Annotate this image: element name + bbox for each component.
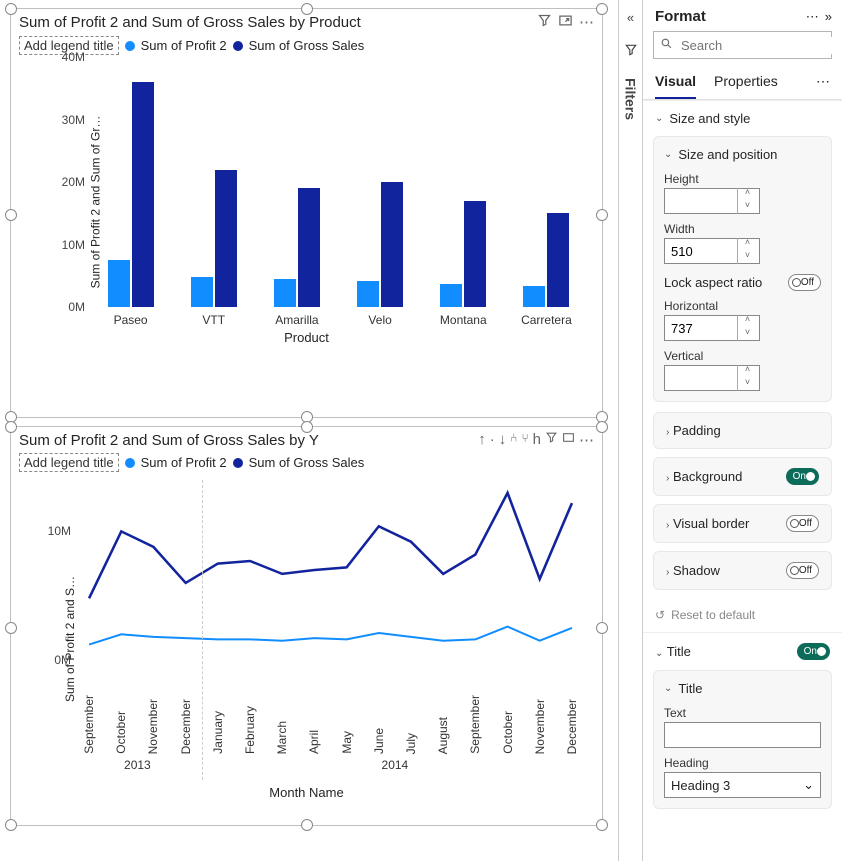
chevron-right-icon: ›	[666, 520, 669, 531]
format-title: Format	[655, 8, 800, 25]
bar-chart-title: Sum of Profit 2 and Sum of Gross Sales b…	[19, 14, 537, 31]
section-size-style[interactable]: ⌄ Size and style	[643, 100, 842, 136]
width-input[interactable]: ˄˅	[664, 238, 760, 264]
line-chart-visual[interactable]: Sum of Profit 2 and Sum of Gross Sales b…	[10, 426, 603, 826]
reset-to-default[interactable]: ↺Reset to default	[643, 598, 842, 632]
label-height: Height	[664, 172, 821, 186]
report-canvas[interactable]: Sum of Profit 2 and Sum of Gross Sales b…	[0, 0, 618, 861]
format-pane: Format ⋯ » Visual Properties ⋯ ⌄ Size an…	[642, 0, 842, 861]
step-down-icon[interactable]: ˅	[738, 201, 757, 214]
x-axis-label: Month Name	[11, 785, 602, 800]
label-vertical: Vertical	[664, 349, 821, 363]
bar-chart-plot: Sum of Profit 2 and Sum of Gr… 40M30M20M…	[11, 57, 602, 347]
search-icon	[660, 37, 673, 53]
step-down-icon[interactable]: ˅	[738, 378, 757, 391]
chevron-down-icon: ⌄	[655, 648, 663, 659]
legend-swatch-gross	[233, 41, 243, 51]
legend-label: Sum of Gross Sales	[249, 455, 365, 470]
visual-border-toggle[interactable]: Off	[786, 515, 819, 532]
filter-icon[interactable]	[624, 43, 638, 60]
label-lock-aspect: Lock aspect ratio	[664, 275, 762, 290]
filter-icon[interactable]	[545, 431, 558, 449]
expand-all-icon[interactable]: ⑂	[521, 431, 528, 449]
vertical-input[interactable]: ˄˅	[664, 365, 760, 391]
label-heading: Heading	[664, 756, 821, 770]
expand-next-icon[interactable]: ⑃	[510, 431, 517, 449]
line-chart-plot: Sum of Profit 2 and S… 10M0M SeptemberOc…	[11, 474, 602, 804]
height-input[interactable]: ˄˅	[664, 188, 760, 214]
expand-filters-icon[interactable]: «	[627, 10, 634, 25]
step-down-icon[interactable]: ˅	[738, 251, 757, 264]
more-options-icon[interactable]: ⋯	[806, 9, 819, 25]
more-options-icon[interactable]: ⋯	[816, 67, 830, 99]
drill-down-icon[interactable]: ↓	[499, 431, 507, 449]
collapse-pane-icon[interactable]: »	[825, 9, 832, 24]
card-title: ⌄ Title Text Heading Heading 3 ⌄	[653, 670, 832, 809]
section-shadow[interactable]: › Shadow Off	[653, 551, 832, 590]
format-search[interactable]	[653, 31, 832, 59]
section-padding[interactable]: › Padding	[653, 412, 832, 449]
legend-label: Sum of Profit 2	[141, 455, 227, 470]
step-down-icon[interactable]: ˅	[738, 328, 757, 341]
format-search-input[interactable]	[679, 37, 842, 54]
filters-pane-collapsed[interactable]: « Filters	[618, 0, 642, 861]
subsection-title[interactable]: ⌄ Title	[664, 681, 821, 696]
drill-toggle-icon[interactable]: ·	[490, 431, 495, 449]
line-chart-title: Sum of Profit 2 and Sum of Gross Sales b…	[19, 432, 478, 449]
chevron-down-icon: ⌄	[664, 683, 672, 694]
label-text: Text	[664, 706, 821, 720]
filters-label: Filters	[623, 78, 639, 120]
bar-chart-visual[interactable]: Sum of Profit 2 and Sum of Gross Sales b…	[10, 8, 603, 418]
legend-swatch-gross	[233, 458, 243, 468]
shadow-toggle[interactable]: Off	[786, 562, 819, 579]
hierarchy-icon[interactable]: h	[533, 431, 541, 449]
more-options-icon[interactable]: ⋯	[579, 13, 594, 32]
chevron-down-icon: ⌄	[655, 113, 663, 124]
title-text-input[interactable]	[664, 722, 821, 748]
chevron-right-icon: ›	[666, 567, 669, 578]
horizontal-input[interactable]: ˄˅	[664, 315, 760, 341]
lock-aspect-toggle[interactable]: Off	[788, 274, 821, 291]
legend-title-input[interactable]: Add legend title	[19, 453, 119, 472]
tab-properties[interactable]: Properties	[714, 67, 778, 99]
heading-select[interactable]: Heading 3 ⌄	[664, 772, 821, 798]
chevron-right-icon: ›	[666, 473, 669, 484]
section-visual-border[interactable]: › Visual border Off	[653, 504, 832, 543]
label-horizontal: Horizontal	[664, 299, 821, 313]
filter-icon[interactable]	[537, 13, 552, 32]
chevron-down-icon: ⌄	[664, 149, 672, 160]
title-toggle[interactable]: On	[797, 643, 830, 660]
card-size-position: ⌄ Size and position Height ˄˅ Width ˄˅ L…	[653, 136, 832, 402]
section-background[interactable]: › Background On	[653, 457, 832, 496]
more-options-icon[interactable]: ⋯	[579, 431, 594, 449]
chevron-right-icon: ›	[666, 427, 669, 438]
chevron-down-icon: ⌄	[803, 777, 814, 793]
background-toggle[interactable]: On	[786, 468, 819, 485]
label-width: Width	[664, 222, 821, 236]
focus-mode-icon[interactable]	[562, 431, 575, 449]
legend-label: Sum of Gross Sales	[249, 38, 365, 53]
subsection-size-position[interactable]: ⌄ Size and position	[664, 147, 821, 162]
focus-mode-icon[interactable]	[558, 13, 573, 32]
legend-swatch-profit	[125, 41, 135, 51]
drill-up-icon[interactable]: ↑	[478, 431, 486, 449]
legend-label: Sum of Profit 2	[141, 38, 227, 53]
reset-icon: ↺	[655, 608, 665, 622]
x-axis-label: Product	[11, 330, 602, 345]
legend-swatch-profit	[125, 458, 135, 468]
tab-visual[interactable]: Visual	[655, 67, 696, 99]
section-title[interactable]: ⌄ Title On	[643, 632, 842, 670]
